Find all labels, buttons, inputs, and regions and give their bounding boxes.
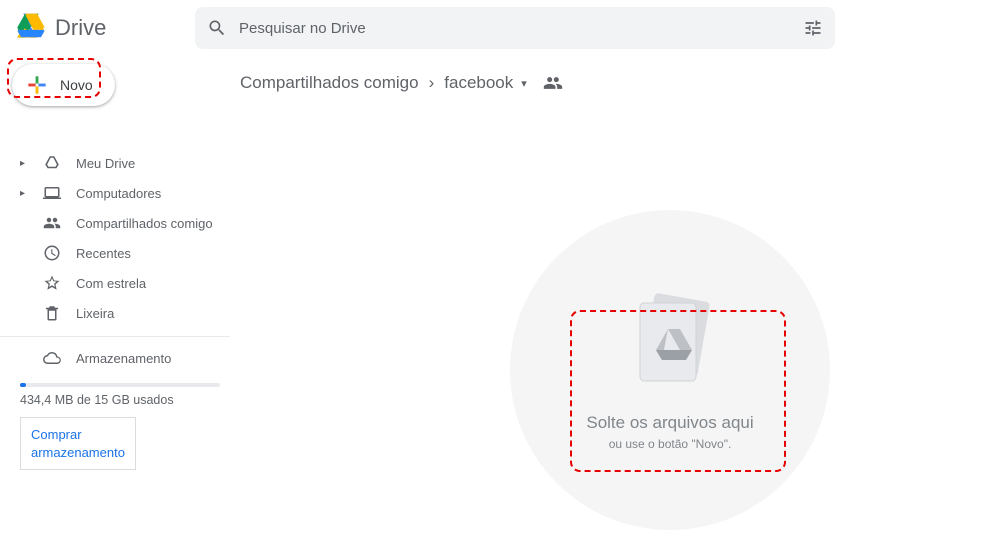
drop-files-illustration bbox=[610, 289, 730, 399]
drop-zone-title: Solte os arquivos aqui bbox=[586, 413, 753, 433]
star-icon bbox=[42, 274, 62, 292]
nav-list: ▸ Meu Drive ▸ Computadores Compartilhado… bbox=[0, 148, 230, 470]
sidebar-item-trash[interactable]: Lixeira bbox=[0, 298, 230, 328]
divider bbox=[0, 336, 230, 337]
breadcrumb-current[interactable]: facebook bbox=[444, 73, 513, 93]
storage-text: 434,4 MB de 15 GB usados bbox=[20, 393, 230, 407]
product-name: Drive bbox=[55, 15, 106, 41]
sidebar-item-label: Com estrela bbox=[76, 276, 146, 291]
chevron-down-icon[interactable]: ▾ bbox=[521, 77, 527, 90]
people-icon[interactable] bbox=[543, 73, 563, 93]
new-button-label: Novo bbox=[60, 77, 93, 93]
search-options-icon[interactable] bbox=[803, 18, 823, 38]
new-button[interactable]: Novo bbox=[12, 64, 115, 106]
drop-zone-subtitle: ou use o botão "Novo". bbox=[609, 437, 732, 451]
buy-line2: armazenamento bbox=[31, 445, 125, 460]
plus-icon bbox=[24, 72, 50, 98]
search-bar[interactable] bbox=[195, 7, 835, 49]
sidebar-item-recent[interactable]: Recentes bbox=[0, 238, 230, 268]
sidebar-item-mydrive[interactable]: ▸ Meu Drive bbox=[0, 148, 230, 178]
search-input[interactable] bbox=[239, 20, 791, 37]
buy-storage-button[interactable]: Comprar armazenamento bbox=[20, 417, 136, 470]
cloud-icon bbox=[42, 349, 62, 367]
breadcrumb-parent[interactable]: Compartilhados comigo bbox=[240, 73, 419, 93]
drive-icon bbox=[42, 154, 62, 172]
sidebar-item-computers[interactable]: ▸ Computadores bbox=[0, 178, 230, 208]
breadcrumb: Compartilhados comigo › facebook ▾ bbox=[230, 64, 1000, 102]
trash-icon bbox=[42, 304, 62, 322]
storage-bar bbox=[20, 383, 220, 387]
sidebar: Novo ▸ Meu Drive ▸ Computadores bbox=[0, 56, 230, 542]
sidebar-item-label: Lixeira bbox=[76, 306, 114, 321]
sidebar-item-shared[interactable]: Compartilhados comigo bbox=[0, 208, 230, 238]
shared-icon bbox=[42, 214, 62, 232]
search-icon bbox=[207, 18, 227, 38]
chevron-right-icon: ▸ bbox=[20, 188, 28, 199]
computer-icon bbox=[42, 184, 62, 202]
sidebar-item-label: Meu Drive bbox=[76, 156, 135, 171]
chevron-right-icon: ▸ bbox=[20, 158, 28, 169]
sidebar-item-starred[interactable]: Com estrela bbox=[0, 268, 230, 298]
chevron-right-icon: › bbox=[429, 73, 435, 93]
sidebar-item-label: Recentes bbox=[76, 246, 131, 261]
logo-block[interactable]: Drive bbox=[15, 12, 185, 44]
clock-icon bbox=[42, 244, 62, 262]
sidebar-item-label: Computadores bbox=[76, 186, 161, 201]
app-header: Drive bbox=[0, 0, 1000, 56]
sidebar-item-label: Armazenamento bbox=[76, 351, 171, 366]
buy-line1: Comprar bbox=[31, 427, 82, 442]
drive-logo-icon bbox=[15, 12, 47, 44]
sidebar-item-label: Compartilhados comigo bbox=[76, 216, 213, 231]
drop-zone[interactable]: Solte os arquivos aqui ou use o botão "N… bbox=[510, 210, 830, 530]
sidebar-item-storage[interactable]: Armazenamento bbox=[0, 343, 230, 373]
